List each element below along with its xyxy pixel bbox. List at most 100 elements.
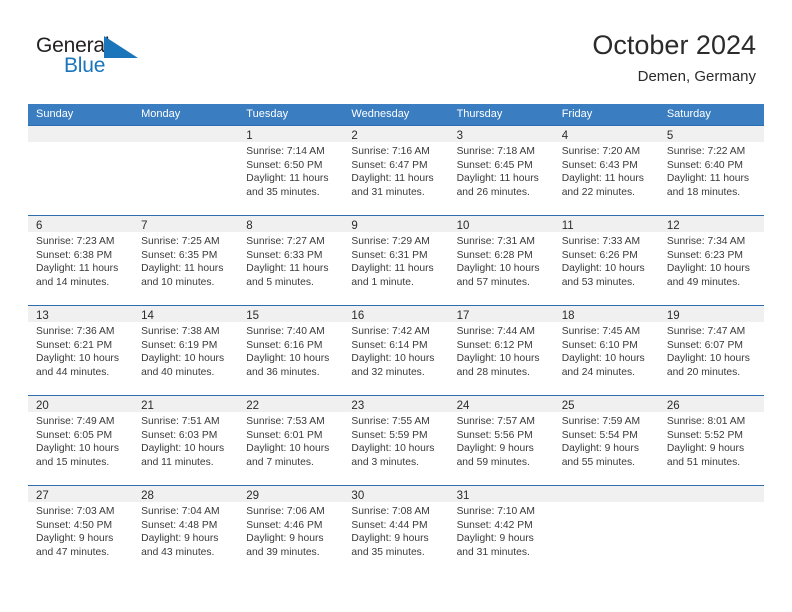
calendar-day-cell[interactable]: 12 Sunrise: 7:34 AM Sunset: 6:23 PM Dayligh… <box>658 215 764 305</box>
calendar-day-cell[interactable]: 3 Sunrise: 7:18 AM Sunset: 6:45 PM Daylight… <box>448 125 554 215</box>
calendar-day-cell-empty <box>28 125 134 215</box>
day-number-band: 12 <box>658 216 764 232</box>
daylight-duration: Daylight: 10 hours and 53 minutes. <box>561 263 645 288</box>
calendar-day-cell[interactable]: 23 Sunrise: 7:55 AM Sunset: 5:59 PM Dayligh… <box>343 395 449 485</box>
day-number: 12 <box>666 220 680 232</box>
calendar-day-cell-empty <box>553 485 659 575</box>
weekday-header-row: Sunday Monday Tuesday Wednesday Thursday Frid… <box>28 104 764 125</box>
day-number-band <box>28 126 134 142</box>
calendar-day-cell[interactable]: 30 Sunrise: 7:08 AM Sunset: 4:44 PM Dayligh… <box>343 485 449 575</box>
day-number: 14 <box>141 310 154 322</box>
calendar-day-cell[interactable]: 9 Sunrise: 7:29 AM Sunset: 6:31 PM Daylight… <box>343 215 449 305</box>
sunrise-time: Sunrise: 7:59 AM <box>561 416 641 427</box>
calendar-day-cell[interactable]: 19 Sunrise: 7:47 AM Sunset: 6:07 PM Dayligh… <box>658 305 764 395</box>
sunset-time: Sunset: 6:35 PM <box>141 249 218 261</box>
day-details: Sunrise: 7:14 AM Sunset: 6:50 PM Daylight:… <box>238 142 343 199</box>
sunset-time: Sunset: 6:07 PM <box>666 339 743 351</box>
calendar-day-cell[interactable]: 29 Sunrise: 7:06 AM Sunset: 4:46 PM Dayligh… <box>238 485 344 575</box>
calendar-day-cell[interactable]: 26 Sunrise: 8:01 AM Sunset: 5:52 PM Dayligh… <box>658 395 764 485</box>
sunrise-time: Sunrise: 7:53 AM <box>246 416 325 427</box>
day-details: Sunrise: 7:27 AM Sunset: 6:33 PM Daylight:… <box>238 232 343 289</box>
calendar-day-cell[interactable]: 6 Sunrise: 7:23 AM Sunset: 6:38 PM Daylight… <box>28 215 134 305</box>
day-details: Sunrise: 7:42 AM Sunset: 6:14 PM Daylight:… <box>343 322 448 379</box>
sunset-time: Sunset: 6:01 PM <box>246 429 323 441</box>
day-number-band: 13 <box>28 306 134 322</box>
day-details <box>133 142 238 145</box>
sunrise-time: Sunrise: 7:51 AM <box>141 416 220 427</box>
calendar-day-cell[interactable]: 2 Sunrise: 7:16 AM Sunset: 6:47 PM Daylight… <box>343 125 449 215</box>
calendar-day-cell[interactable]: 1 Sunrise: 7:14 AM Sunset: 6:50 PM Daylight… <box>238 125 344 215</box>
calendar-day-cell[interactable]: 16 Sunrise: 7:42 AM Sunset: 6:14 PM Dayligh… <box>343 305 449 395</box>
calendar-day-cell[interactable]: 8 Sunrise: 7:27 AM Sunset: 6:33 PM Daylight… <box>238 215 344 305</box>
calendar-day-cell[interactable]: 22 Sunrise: 7:53 AM Sunset: 6:01 PM Dayligh… <box>238 395 344 485</box>
calendar-day-cell[interactable]: 25 Sunrise: 7:59 AM Sunset: 5:54 PM Dayligh… <box>553 395 659 485</box>
day-details <box>28 142 133 145</box>
day-number-band: 17 <box>448 306 554 322</box>
sunrise-time: Sunrise: 7:38 AM <box>141 326 220 337</box>
calendar-day-cell[interactable]: 4 Sunrise: 7:20 AM Sunset: 6:43 PM Daylight… <box>553 125 659 215</box>
calendar-page: General Blue October 2024 Demen, Germany… <box>0 0 792 612</box>
blue-flag-triangle-icon <box>104 36 138 58</box>
day-details: Sunrise: 7:06 AM Sunset: 4:46 PM Daylight:… <box>238 502 343 559</box>
daylight-duration: Daylight: 10 hours and 49 minutes. <box>666 263 750 288</box>
day-number: 23 <box>351 400 365 412</box>
day-number-band: 9 <box>343 216 449 232</box>
calendar-day-cell[interactable]: 17 Sunrise: 7:44 AM Sunset: 6:12 PM Dayligh… <box>448 305 554 395</box>
page-title: October 2024 <box>592 30 756 60</box>
calendar-day-cell[interactable]: 31 Sunrise: 7:10 AM Sunset: 4:42 PM Dayligh… <box>448 485 554 575</box>
calendar-day-cell[interactable]: 15 Sunrise: 7:40 AM Sunset: 6:16 PM Dayligh… <box>238 305 344 395</box>
day-number: 1 <box>246 130 253 142</box>
sunset-time: Sunset: 6:31 PM <box>351 249 428 261</box>
sunset-time: Sunset: 6:05 PM <box>36 429 113 441</box>
day-number-band: 18 <box>553 306 659 322</box>
calendar-day-cell[interactable]: 14 Sunrise: 7:38 AM Sunset: 6:19 PM Dayligh… <box>133 305 239 395</box>
calendar-day-cell[interactable]: 21 Sunrise: 7:51 AM Sunset: 6:03 PM Dayligh… <box>133 395 239 485</box>
day-number-band: 3 <box>448 126 554 142</box>
day-number: 11 <box>561 220 574 232</box>
day-number: 7 <box>141 220 148 232</box>
calendar-day-cell[interactable]: 7 Sunrise: 7:25 AM Sunset: 6:35 PM Daylight… <box>133 215 239 305</box>
sunset-time: Sunset: 6:47 PM <box>351 159 428 171</box>
sunset-time: Sunset: 6:26 PM <box>561 249 638 261</box>
calendar-day-cell[interactable]: 5 Sunrise: 7:22 AM Sunset: 6:40 PM Daylight… <box>658 125 764 215</box>
calendar-day-cell[interactable]: 10 Sunrise: 7:31 AM Sunset: 6:28 PM Dayligh… <box>448 215 554 305</box>
day-details: Sunrise: 7:36 AM Sunset: 6:21 PM Daylight:… <box>28 322 133 379</box>
daylight-duration: Daylight: 9 hours and 39 minutes. <box>246 533 324 558</box>
weekday-header-tuesday: Tuesday <box>246 108 289 120</box>
daylight-duration: Daylight: 10 hours and 28 minutes. <box>456 353 540 378</box>
day-details: Sunrise: 7:10 AM Sunset: 4:42 PM Daylight:… <box>449 502 554 559</box>
day-number-band: 26 <box>658 396 764 412</box>
day-details: Sunrise: 7:23 AM Sunset: 6:38 PM Daylight:… <box>28 232 133 289</box>
calendar-day-cell[interactable]: 24 Sunrise: 7:57 AM Sunset: 5:56 PM Dayligh… <box>448 395 554 485</box>
calendar-day-cell[interactable]: 20 Sunrise: 7:49 AM Sunset: 6:05 PM Dayligh… <box>28 395 134 485</box>
day-details: Sunrise: 7:18 AM Sunset: 6:45 PM Daylight:… <box>449 142 554 199</box>
day-number: 29 <box>246 490 260 502</box>
weekday-header-friday: Friday <box>561 108 593 120</box>
calendar-day-cell[interactable]: 28 Sunrise: 7:04 AM Sunset: 4:48 PM Dayligh… <box>133 485 239 575</box>
day-number-band: 2 <box>343 126 449 142</box>
calendar-day-cell[interactable]: 18 Sunrise: 7:45 AM Sunset: 6:10 PM Dayligh… <box>553 305 659 395</box>
daylight-duration: Daylight: 11 hours and 26 minutes. <box>456 173 539 198</box>
daylight-duration: Daylight: 11 hours and 14 minutes. <box>36 263 119 288</box>
day-details: Sunrise: 7:51 AM Sunset: 6:03 PM Daylight:… <box>133 412 238 469</box>
calendar-day-cell[interactable]: 27 Sunrise: 7:03 AM Sunset: 4:50 PM Dayligh… <box>28 485 134 575</box>
sunrise-time: Sunrise: 7:49 AM <box>36 416 115 427</box>
sunset-time: Sunset: 4:44 PM <box>351 519 428 531</box>
sunset-time: Sunset: 5:56 PM <box>456 429 533 441</box>
page-header: General Blue October 2024 Demen, Germany <box>28 28 764 98</box>
sunrise-time: Sunrise: 7:14 AM <box>246 146 325 157</box>
day-number-band <box>658 486 764 502</box>
day-number-band: 31 <box>448 486 554 502</box>
day-details: Sunrise: 7:20 AM Sunset: 6:43 PM Daylight:… <box>554 142 659 199</box>
calendar-week-row: 6 Sunrise: 7:23 AM Sunset: 6:38 PM Daylight… <box>28 215 764 305</box>
calendar-day-cell[interactable]: 13 Sunrise: 7:36 AM Sunset: 6:21 PM Dayligh… <box>28 305 134 395</box>
calendar-day-cell[interactable]: 11 Sunrise: 7:33 AM Sunset: 6:26 PM Dayligh… <box>553 215 659 305</box>
brand-word-blue: Blue <box>64 54 106 77</box>
day-number-band: 29 <box>238 486 344 502</box>
daylight-duration: Daylight: 10 hours and 24 minutes. <box>561 353 645 378</box>
day-number: 21 <box>141 400 154 412</box>
day-number-band: 16 <box>343 306 449 322</box>
day-number-band: 19 <box>658 306 764 322</box>
brand-logo[interactable]: General Blue <box>36 34 166 88</box>
day-number: 8 <box>246 220 253 232</box>
